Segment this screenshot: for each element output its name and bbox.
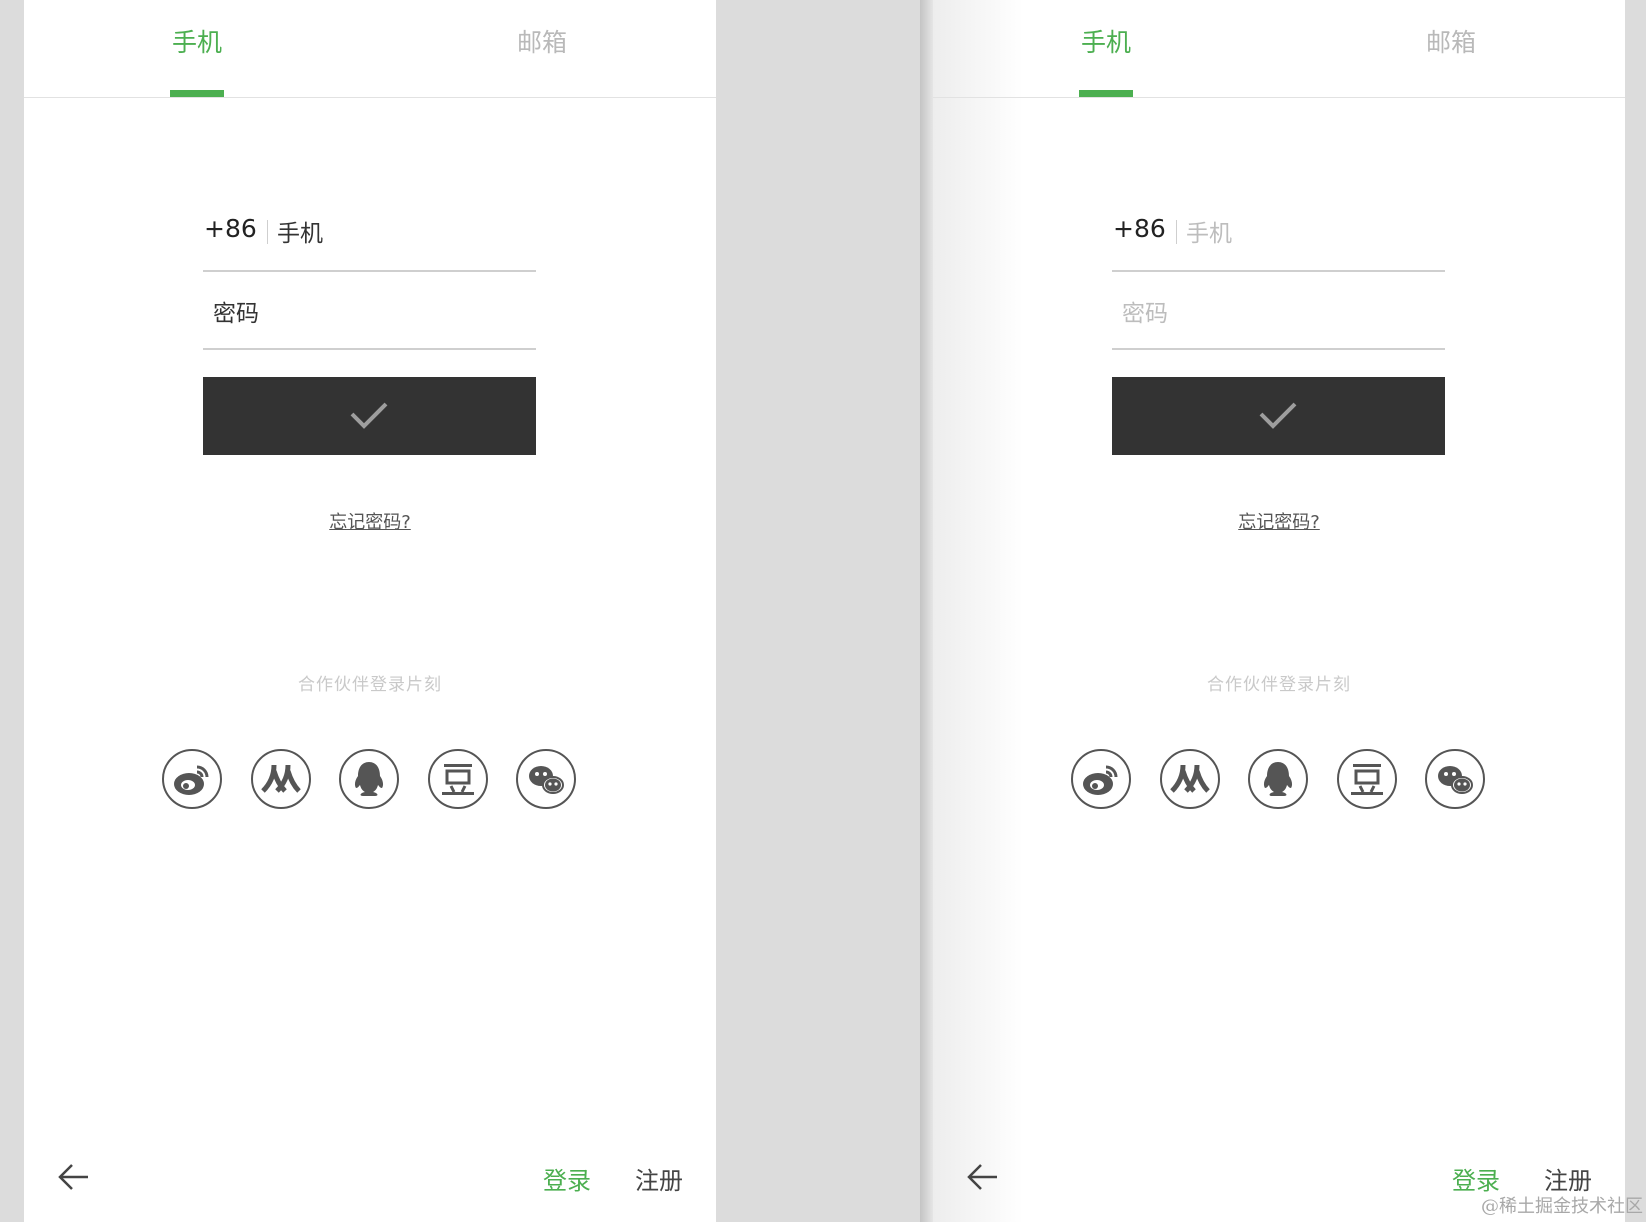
active-tab-indicator <box>1079 90 1133 97</box>
back-arrow-icon[interactable] <box>966 1160 1000 1194</box>
qq-icon[interactable] <box>1248 749 1308 809</box>
field-separator <box>1176 220 1177 244</box>
weibo-icon[interactable] <box>1071 749 1131 809</box>
phone-field[interactable]: +86 手机 <box>1112 210 1445 272</box>
douban-icon[interactable] <box>428 749 488 809</box>
phone-input[interactable]: 手机 <box>277 214 323 248</box>
back-arrow-icon[interactable] <box>57 1160 91 1194</box>
douban-icon[interactable] <box>1337 749 1397 809</box>
renren-icon[interactable] <box>251 749 311 809</box>
phone-input[interactable]: 手机 <box>1186 214 1232 248</box>
password-field[interactable]: 密码 <box>203 288 536 350</box>
submit-button[interactable] <box>203 377 536 455</box>
tab-email[interactable]: 邮箱 <box>517 26 567 60</box>
active-tab-indicator <box>170 90 224 97</box>
register-link[interactable]: 注册 <box>635 1161 683 1196</box>
qq-icon[interactable] <box>339 749 399 809</box>
login-link[interactable]: 登录 <box>543 1161 591 1196</box>
country-code[interactable]: +86 <box>204 214 257 243</box>
tab-phone[interactable]: 手机 <box>172 26 222 60</box>
partner-login-label: 合作伙伴登录片刻 <box>298 675 442 695</box>
tab-email[interactable]: 邮箱 <box>1426 26 1476 60</box>
checkmark-icon <box>1259 402 1297 429</box>
register-link[interactable]: 注册 <box>1544 1161 1592 1196</box>
watermark: @稀土掘金技术社区 <box>1481 1196 1643 1217</box>
password-field[interactable]: 密码 <box>1112 288 1445 350</box>
login-tab-bar: 手机 邮箱 <box>933 0 1625 98</box>
tab-phone[interactable]: 手机 <box>1081 26 1131 60</box>
wechat-icon[interactable] <box>516 749 576 809</box>
wechat-icon[interactable] <box>1425 749 1485 809</box>
phone-field[interactable]: +86 手机 <box>203 210 536 272</box>
panel-divider-shadow <box>920 0 934 1222</box>
field-separator <box>267 220 268 244</box>
forgot-password-row: 忘记密码? <box>24 508 716 534</box>
renren-icon[interactable] <box>1160 749 1220 809</box>
password-input[interactable]: 密码 <box>1122 294 1168 328</box>
login-tab-bar: 手机 邮箱 <box>24 0 716 98</box>
login-screen-empty: 手机 邮箱 +86 手机 密码 忘记密码? 合作伙伴登录片刻 登录 注册 <box>933 0 1625 1222</box>
forgot-password-link[interactable]: 忘记密码? <box>1238 512 1320 533</box>
country-code[interactable]: +86 <box>1113 214 1166 243</box>
forgot-password-link[interactable]: 忘记密码? <box>329 512 411 533</box>
forgot-password-row: 忘记密码? <box>933 508 1625 534</box>
weibo-icon[interactable] <box>162 749 222 809</box>
submit-button[interactable] <box>1112 377 1445 455</box>
partner-login-label: 合作伙伴登录片刻 <box>1207 675 1351 695</box>
password-input[interactable]: 密码 <box>213 294 259 328</box>
login-link[interactable]: 登录 <box>1452 1161 1500 1196</box>
checkmark-icon <box>350 402 388 429</box>
login-screen-filled: 手机 邮箱 +86 手机 密码 忘记密码? 合作伙伴登录片刻 登录 注册 <box>24 0 716 1222</box>
